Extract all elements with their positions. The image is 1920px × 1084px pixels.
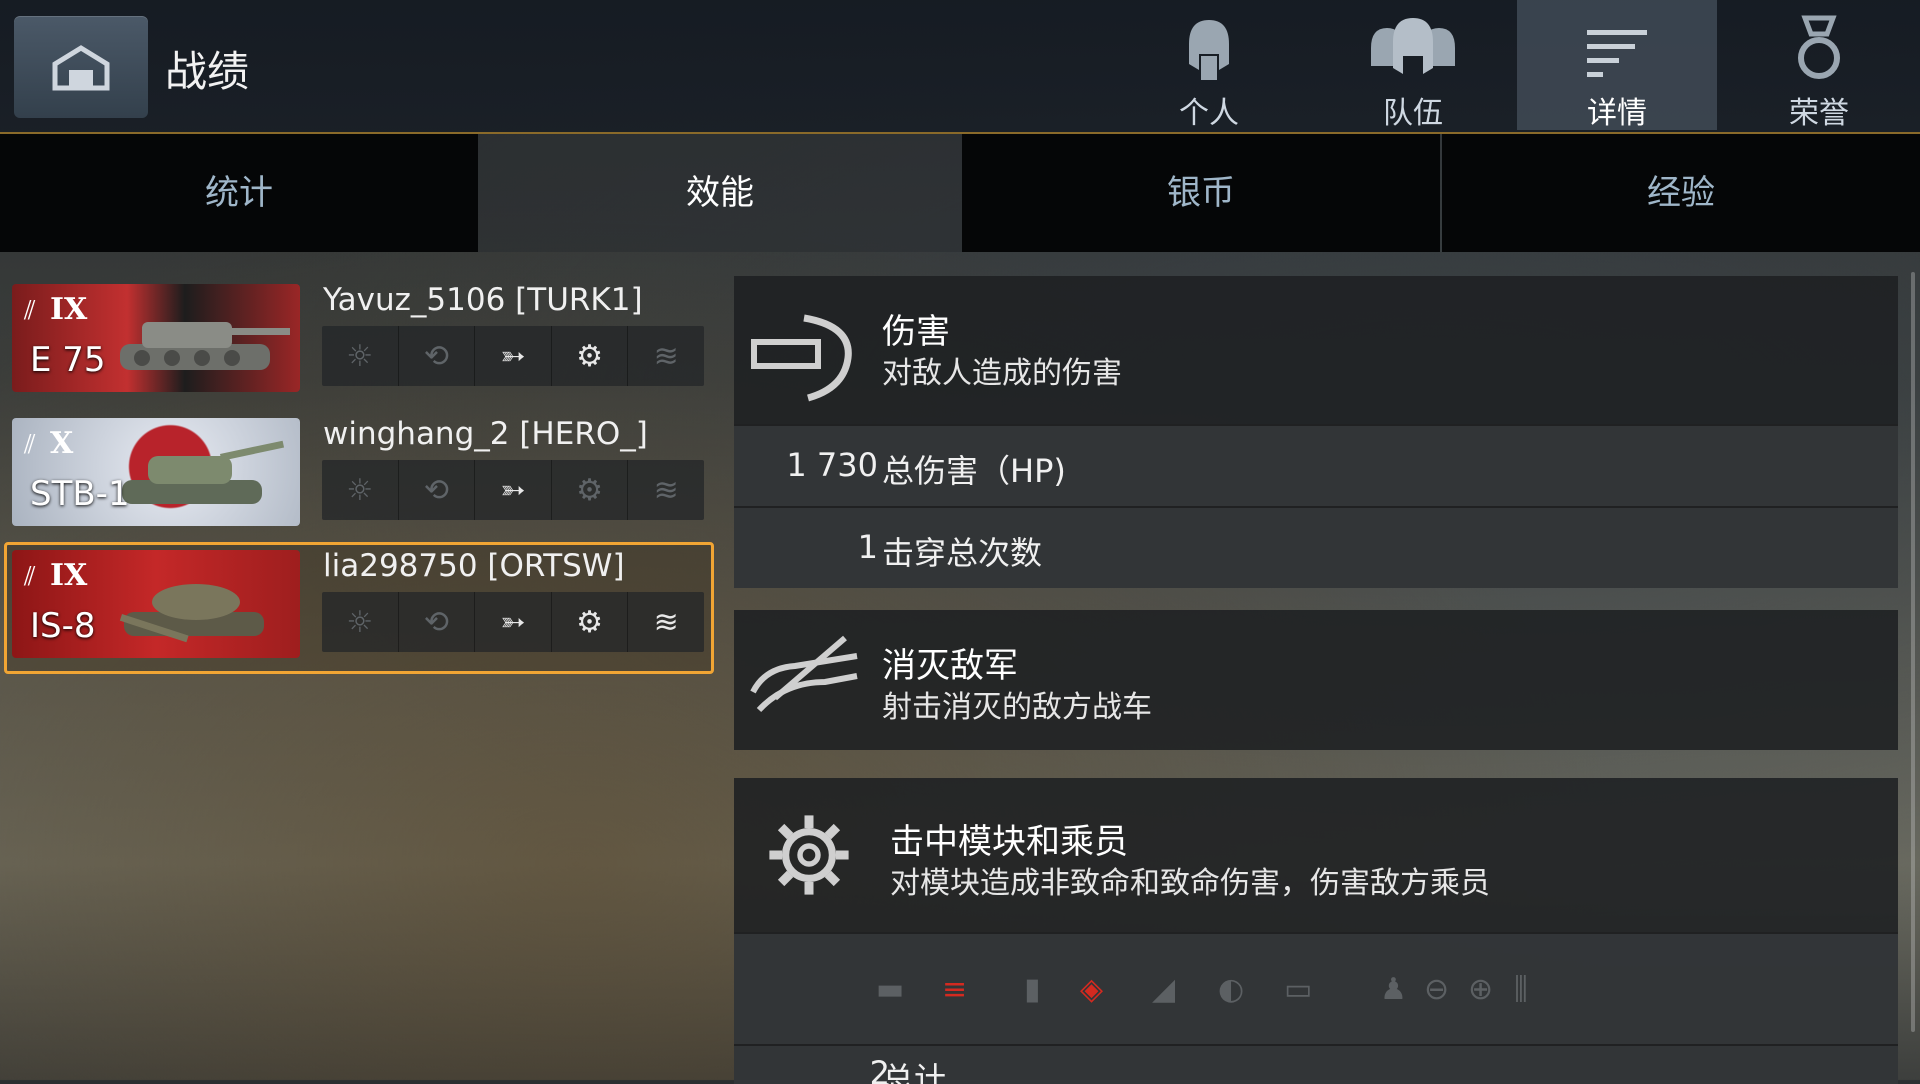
damage-shell-icon: ➳ [475,592,552,652]
nav-tab-details[interactable]: 详情 [1517,0,1717,131]
stat-value: 1 [857,528,878,566]
nav-label: 详情 [1587,96,1647,131]
stat-value: 1 730 [786,446,878,484]
spotting-icon: ☼ [322,460,399,520]
nav-tab-team[interactable]: 队伍 [1313,0,1513,131]
home-button[interactable] [14,16,148,118]
damage-shell-icon [751,314,852,402]
details-list-icon [1587,30,1647,77]
hangar-icon [52,45,110,91]
module-gear-icon [769,815,849,895]
tank-tier: IX [50,292,88,327]
subtab-credits[interactable]: 银币 [962,134,1440,252]
nav-label: 队伍 [1383,96,1443,131]
damage-shell-icon: ➳ [475,460,552,520]
scrollbar[interactable] [1911,272,1915,1032]
kill-tank-icon: ≋ [653,472,679,508]
tank-name: STB-1 [30,474,130,514]
stat-row: 1 击穿总次数 [734,506,1898,588]
gunner-icon: ⊕ [1468,972,1494,1007]
panel-title: 伤害 [882,312,950,352]
player-name: lia298750 [ORTSW] [323,548,625,584]
tank-image [122,440,285,504]
module-icon-row: ▬ ≡ ▮ ◈ ◢ ◐ ▭ ♟ ⊖ ⊕ ⫼ [734,932,1898,1044]
medal-icon [1798,15,1840,79]
player-name: Yavuz_5106 [TURK1] [323,282,643,318]
loader-icon: ⫼ [1514,972,1528,1007]
award-strip: ☼ ⟲ ➳ ⚙ ≋ [322,326,704,386]
viewport-icon: ▭ [1284,972,1313,1007]
nav-label: 个人 [1179,96,1239,131]
subtab-efficiency[interactable]: 效能 [478,134,962,252]
module-gear-icon: ⚙ [552,460,629,520]
tracks-icon: ≡ [942,972,968,1007]
damage-header: 伤害 对敌人造成的伤害 [734,276,1898,424]
assist-icon: ⟲ [399,326,476,386]
rank-chevron-icon: ⫽ [24,430,36,460]
player-row-2[interactable]: ⫽ X STB-1 winghang_2 [HERO_] ☼ ⟲ ➳ ⚙ ≋ [0,410,716,544]
stat-row-total: 2 总计 [734,1044,1898,1084]
assist-icon: ⟲ [399,460,476,520]
panel-title: 击中模块和乘员 [890,822,1128,862]
tank-name: E 75 [30,340,106,380]
rank-chevron-icon: ⫽ [24,562,36,592]
module-gear-icon: ⚙ [552,326,629,386]
modules-header: 击中模块和乘员 对模块造成非致命和致命伤害，伤害敌方乘员 [734,778,1898,932]
spotting-icon: ☼ [322,592,399,652]
gun-icon: ◢ [1152,972,1176,1007]
panel-title: 消灭敌军 [882,646,1018,686]
top-bar: 战绩 个人 队伍 详情 荣誉 [0,0,1920,134]
module-gear-icon: ⚙ [552,592,629,652]
kills-header: 消灭敌军 射击消灭的敌方战车 [734,610,1898,750]
spotting-icon: ☼ [322,326,399,386]
kill-tank-icon [750,635,858,713]
award-strip: ☼ ⟲ ➳ ⚙ ≋ [322,592,704,652]
player-row-1[interactable]: ⫽ IX E 75 Yavuz_5106 [TURK1] ☼ ⟲ ➳ ⚙ ≋ [0,276,716,410]
tank-image [120,322,290,370]
player-name: winghang_2 [HERO_] [323,416,648,452]
team-helmets-icon [1371,18,1455,74]
subtab-experience[interactable]: 经验 [1442,134,1920,252]
panel-description: 对敌人造成的伤害 [882,356,1122,391]
tank-name: IS-8 [30,606,96,646]
driver-icon: ⊖ [1424,972,1450,1007]
tank-tier: IX [50,558,88,593]
tank-card: ⫽ IX E 75 [12,284,300,392]
stat-label: 总伤害（HP) [882,452,1066,490]
nav-tab-honors[interactable]: 荣誉 [1719,0,1919,131]
fuel-tank-icon: ▮ [1024,972,1041,1007]
ammo-rack-icon: ◈ [1080,972,1104,1007]
commander-icon: ♟ [1380,972,1407,1007]
tank-tier: X [50,426,74,461]
kill-tank-icon: ≋ [653,604,679,640]
kills-panel: 消灭敌军 射击消灭的敌方战车 [734,610,1898,750]
stat-row: 1 730 总伤害（HP) [734,424,1898,506]
tank-card: ⫽ IX IS-8 [12,550,300,658]
nav-label: 荣誉 [1789,96,1849,131]
panel-description: 射击消灭的敌方战车 [882,690,1152,725]
tank-image [119,584,264,643]
nav-tab-personal[interactable]: 个人 [1109,0,1309,131]
tank-card: ⫽ X STB-1 [12,418,300,526]
panel-description: 对模块造成非致命和致命伤害，伤害敌方乘员 [890,866,1490,901]
engine-icon: ▬ [876,972,905,1007]
page-title: 战绩 [165,47,250,96]
kill-tank-icon: ≋ [653,338,679,374]
single-helmet-icon [1189,20,1229,80]
damage-panel: 伤害 对敌人造成的伤害 1 730 总伤害（HP) 1 击穿总次数 [734,276,1898,588]
modules-panel: 击中模块和乘员 对模块造成非致命和致命伤害，伤害敌方乘员 ▬ ≡ ▮ ◈ ◢ ◐… [734,778,1898,1084]
player-row-3-selected[interactable]: ⫽ IX IS-8 lia298750 [ORTSW] ☼ ⟲ ➳ ⚙ ≋ [4,542,714,674]
award-strip: ☼ ⟲ ➳ ⚙ ≋ [322,460,704,520]
assist-icon: ⟲ [399,592,476,652]
rank-chevron-icon: ⫽ [24,296,36,326]
damage-shell-icon: ➳ [475,326,552,386]
stat-label: 击穿总次数 [882,534,1043,572]
sub-tabs: 统计 效能 银币 经验 [0,134,1920,252]
subtab-statistics[interactable]: 统计 [0,134,478,252]
turret-icon: ◐ [1218,972,1245,1007]
